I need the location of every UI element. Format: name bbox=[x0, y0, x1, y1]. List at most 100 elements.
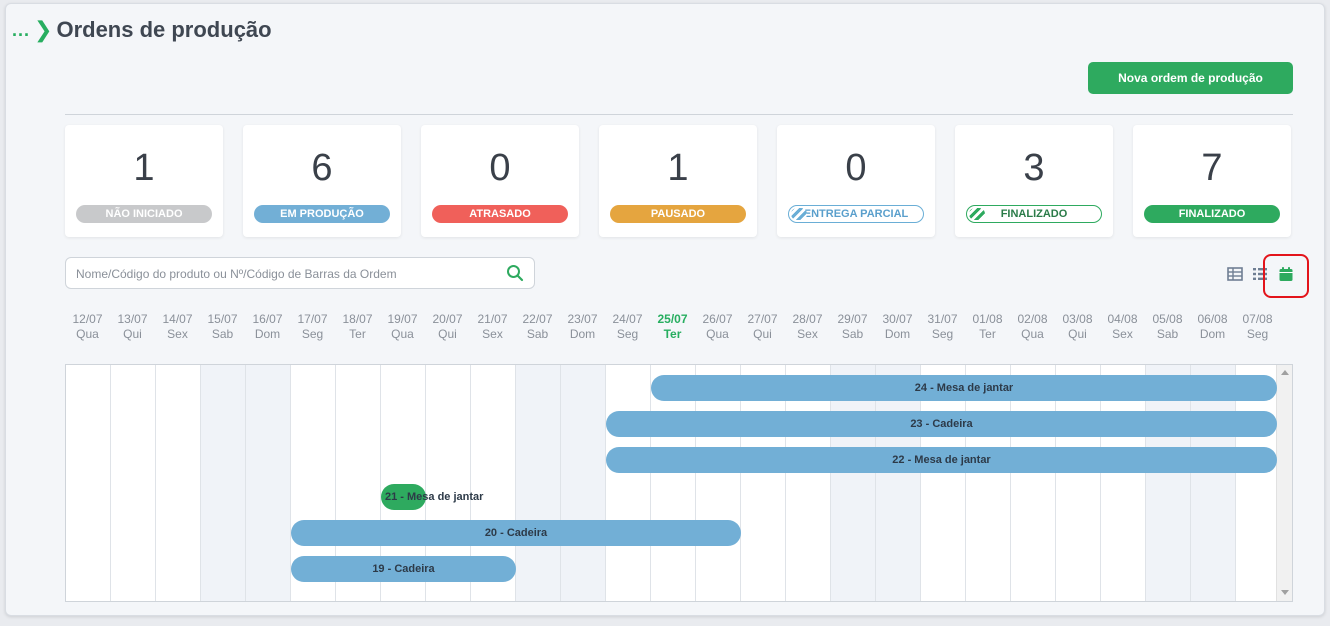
timeline-column bbox=[606, 365, 651, 601]
order-label: 22 - Mesa de jantar bbox=[892, 454, 991, 467]
timeline-day: 21/07 Sex bbox=[470, 312, 515, 342]
day-weekday: Qua bbox=[391, 327, 414, 341]
status-label: ENTREGA PARCIAL bbox=[803, 208, 909, 220]
status-card[interactable]: 7 FINALIZADO bbox=[1133, 125, 1291, 237]
day-weekday: Seg bbox=[301, 327, 324, 341]
day-weekday: Seg bbox=[931, 327, 954, 341]
breadcrumb-ellipsis[interactable]: ... bbox=[12, 20, 30, 41]
timeline-day: 19/07 Qua bbox=[380, 312, 425, 342]
status-label: ATRASADO bbox=[469, 208, 531, 220]
timeline-day: 01/08 Ter bbox=[965, 312, 1010, 342]
day-weekday: Seg bbox=[1246, 327, 1269, 341]
day-weekday: Qui bbox=[123, 327, 142, 341]
timeline-column bbox=[246, 365, 291, 601]
status-badge: EM PRODUÇÃO bbox=[254, 205, 390, 223]
day-date: 29/07 bbox=[837, 312, 868, 326]
status-card[interactable]: 1 PAUSADO bbox=[599, 125, 757, 237]
timeline-day: 30/07 Dom bbox=[875, 312, 920, 342]
day-weekday: Dom bbox=[569, 327, 596, 341]
status-badge: ATRASADO bbox=[432, 205, 568, 223]
production-order-bar[interactable]: 22 - Mesa de jantar bbox=[606, 447, 1277, 474]
new-production-order-button[interactable]: Nova ordem de produção bbox=[1088, 62, 1293, 94]
day-date: 13/07 bbox=[117, 312, 148, 326]
status-label: FINALIZADO bbox=[1000, 208, 1068, 220]
timeline-day: 25/07 Ter bbox=[650, 312, 695, 342]
vertical-scrollbar[interactable] bbox=[1276, 365, 1292, 601]
header-divider bbox=[65, 114, 1293, 115]
timeline-day: 05/08 Sab bbox=[1145, 312, 1190, 342]
day-date: 20/07 bbox=[432, 312, 463, 326]
production-order-bar[interactable]: 20 - Cadeira bbox=[291, 519, 741, 546]
status-count: 7 bbox=[1201, 147, 1223, 189]
order-label: 20 - Cadeira bbox=[484, 526, 548, 539]
search-box bbox=[65, 257, 535, 289]
status-label: EM PRODUÇÃO bbox=[280, 208, 364, 220]
timeline-column bbox=[111, 365, 156, 601]
day-weekday: Ter bbox=[663, 327, 682, 341]
timeline-day: 07/08 Seg bbox=[1235, 312, 1280, 342]
day-date: 14/07 bbox=[162, 312, 193, 326]
search-input[interactable] bbox=[76, 264, 486, 284]
timeline-header: 12/07 Qua 13/07 Qui 14/07 Sex 15/07 Sab 16/07 Dom… bbox=[65, 312, 1280, 346]
gantt-grid: 24 - Mesa de jantar 23 - Cadeira 22 - Mesa… bbox=[65, 364, 1293, 602]
day-weekday: Qua bbox=[1021, 327, 1044, 341]
day-date: 07/08 bbox=[1242, 312, 1273, 326]
status-card[interactable]: 1 NÃO INICIADO bbox=[65, 125, 223, 237]
status-card[interactable]: 3 FINALIZADO bbox=[955, 125, 1113, 237]
day-date: 28/07 bbox=[792, 312, 823, 326]
day-date: 18/07 bbox=[342, 312, 373, 326]
timeline-day: 03/08 Qui bbox=[1055, 312, 1100, 342]
day-weekday: Qui bbox=[753, 327, 772, 341]
day-date: 22/07 bbox=[522, 312, 553, 326]
timeline-column bbox=[201, 365, 246, 601]
timeline-column bbox=[66, 365, 111, 601]
order-label: 24 - Mesa de jantar bbox=[914, 382, 1014, 394]
status-card[interactable]: 0 ATRASADO bbox=[421, 125, 579, 237]
day-weekday: Sab bbox=[841, 327, 864, 341]
timeline-day: 16/07 Dom bbox=[245, 312, 290, 342]
day-weekday: Sab bbox=[211, 327, 234, 341]
status-badge: FINALIZADO bbox=[966, 205, 1102, 223]
day-date: 31/07 bbox=[927, 312, 958, 326]
day-weekday: Ter bbox=[349, 327, 366, 341]
timeline-day: 26/07 Qua bbox=[695, 312, 740, 342]
scroll-down-icon[interactable] bbox=[1281, 590, 1289, 595]
status-card[interactable]: 6 EM PRODUÇÃO bbox=[243, 125, 401, 237]
day-weekday: Sab bbox=[526, 327, 549, 341]
timeline-column bbox=[561, 365, 606, 601]
timeline-day: 13/07 Qui bbox=[110, 312, 155, 342]
timeline-day: 28/07 Sex bbox=[785, 312, 830, 342]
timeline-column bbox=[156, 365, 201, 601]
day-date: 25/07 bbox=[657, 312, 688, 326]
status-count: 1 bbox=[133, 147, 155, 189]
status-label: NÃO INICIADO bbox=[105, 208, 183, 220]
day-weekday: Qui bbox=[1068, 327, 1087, 341]
production-order-bar[interactable]: 24 - Mesa de jantar bbox=[651, 375, 1277, 401]
striped-pattern-icon bbox=[969, 208, 985, 220]
timeline-day: 02/08 Qua bbox=[1010, 312, 1055, 342]
day-weekday: Dom bbox=[884, 327, 911, 341]
day-date: 24/07 bbox=[612, 312, 643, 326]
status-card[interactable]: 0 ENTREGA PARCIAL bbox=[777, 125, 935, 237]
status-label: PAUSADO bbox=[650, 208, 706, 220]
day-date: 12/07 bbox=[72, 312, 103, 326]
production-order-bar[interactable]: 19 - Cadeira bbox=[291, 556, 516, 582]
status-count: 3 bbox=[1023, 147, 1045, 189]
timeline-day: 24/07 Seg bbox=[605, 312, 650, 342]
order-label: 23 - Cadeira bbox=[910, 418, 973, 431]
status-label: FINALIZADO bbox=[1178, 208, 1246, 220]
timeline-day: 17/07 Seg bbox=[290, 312, 335, 342]
day-weekday: Sex bbox=[482, 327, 503, 341]
day-weekday: Dom bbox=[1199, 327, 1226, 341]
production-order-bar[interactable]: 23 - Cadeira bbox=[606, 411, 1277, 438]
day-weekday: Sab bbox=[1156, 327, 1179, 341]
day-weekday: Qui bbox=[438, 327, 457, 341]
scroll-up-icon[interactable] bbox=[1281, 370, 1289, 375]
striped-pattern-icon bbox=[791, 208, 807, 220]
day-date: 21/07 bbox=[477, 312, 508, 326]
table-view-icon[interactable] bbox=[1227, 266, 1243, 282]
timeline-day: 20/07 Qui bbox=[425, 312, 470, 342]
order-label: 21 - Mesa de jantar bbox=[385, 490, 484, 503]
day-weekday: Dom bbox=[254, 327, 281, 341]
search-icon[interactable] bbox=[506, 264, 524, 282]
